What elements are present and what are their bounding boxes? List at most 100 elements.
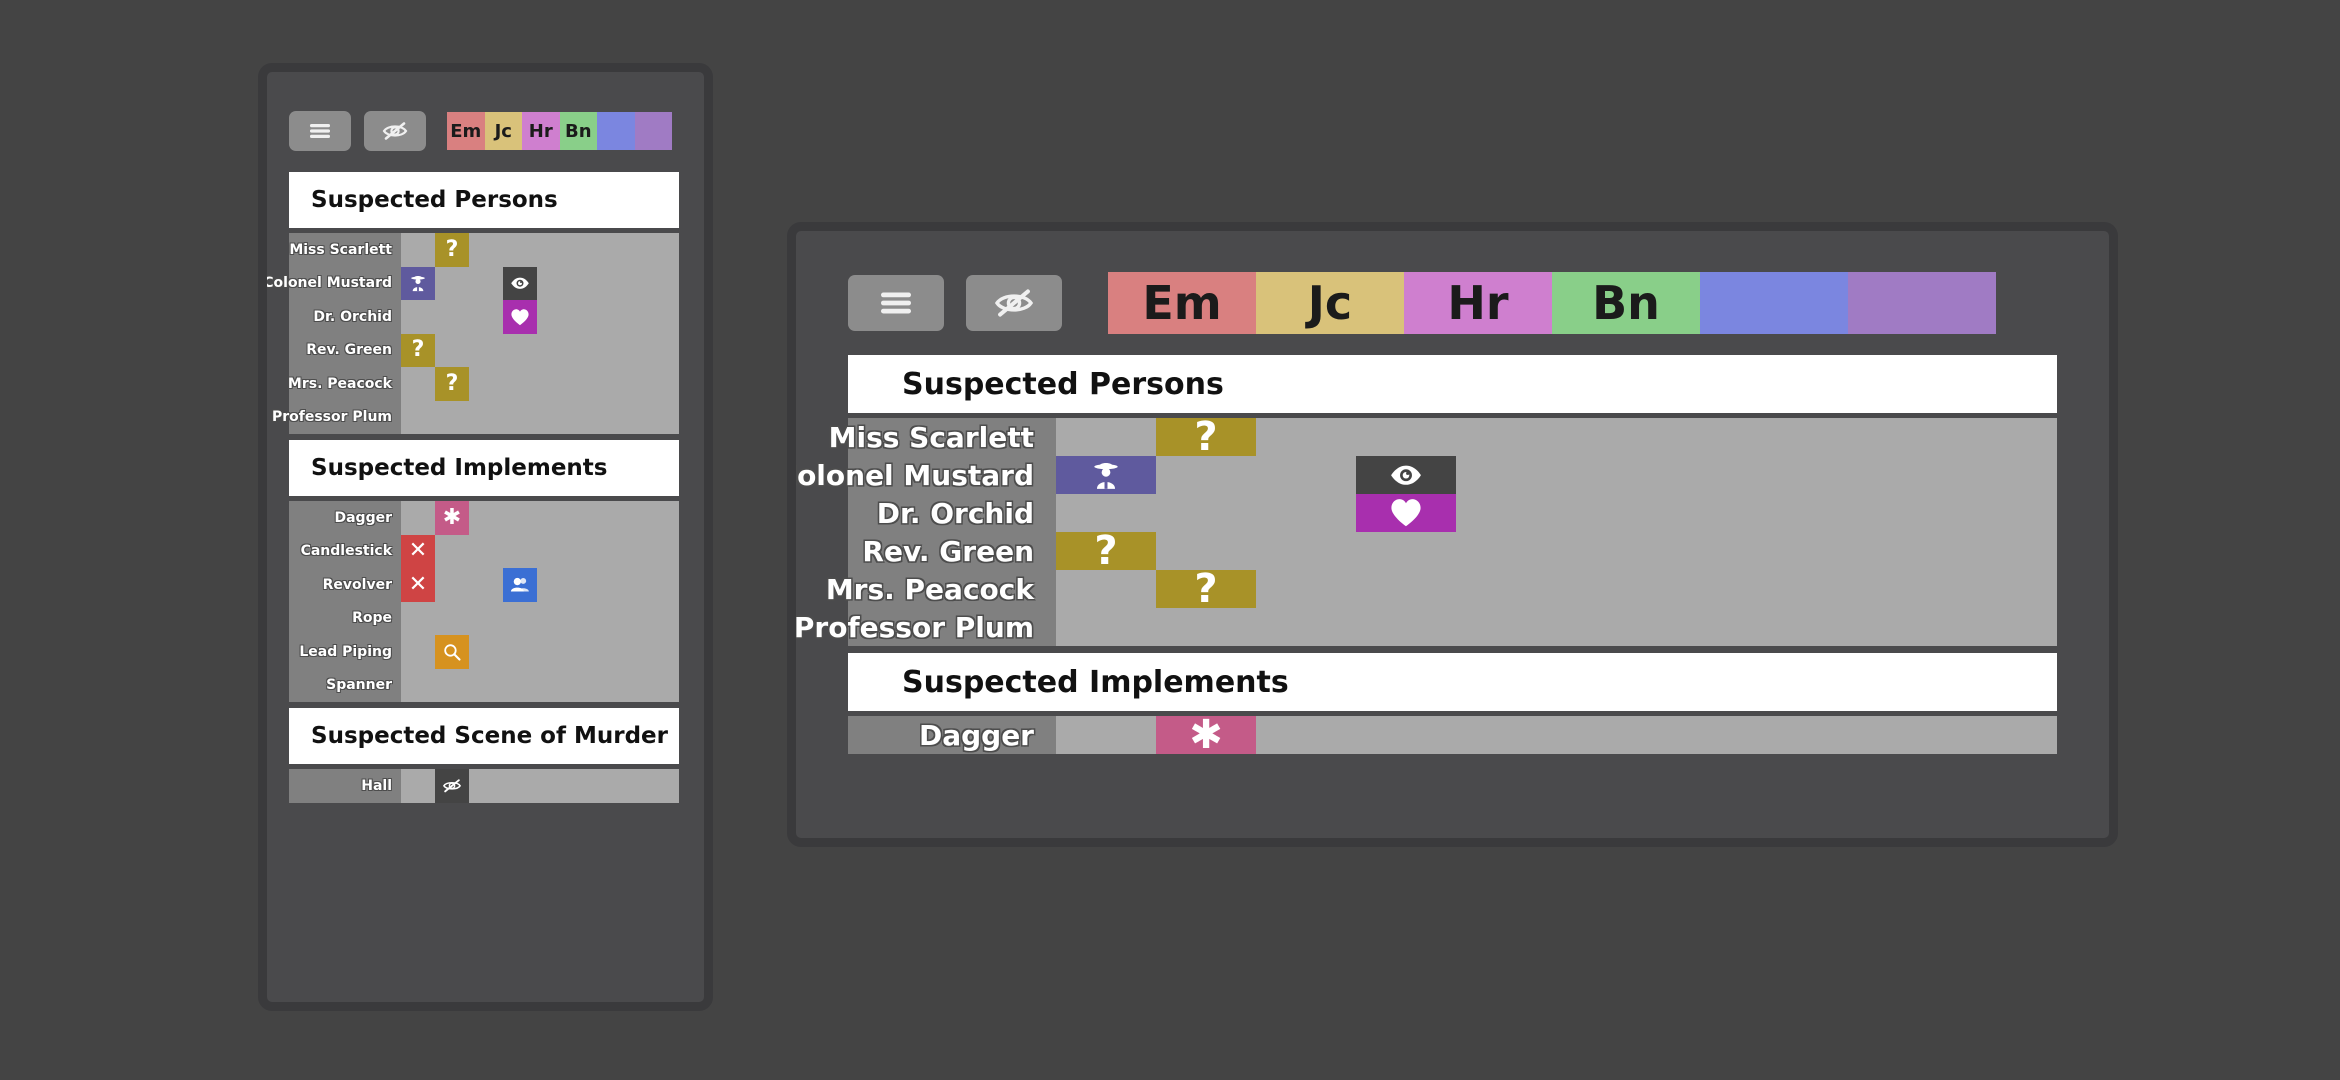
row-label: Spanner [326,677,392,694]
row-label: Dagger [334,509,392,526]
grid-cell-search[interactable] [435,635,469,669]
player-tabs-large: Em Jc Hr Bn [1108,272,1996,334]
grid-row[interactable]: Candlestick ✕ [289,534,679,568]
player-tab-jc[interactable]: Jc [1256,272,1404,334]
row-label: Lead Piping [299,643,392,660]
grid-row[interactable]: Spanner [289,669,679,703]
player-tab-hr[interactable]: Hr [1404,272,1552,334]
row-label: Miss Scarlett [828,420,1034,454]
player-tab-empty-5[interactable] [1848,272,1996,334]
grid-cell-detective[interactable] [1056,456,1156,494]
row-label: Miss Scarlett [289,241,392,258]
grid-row[interactable]: Dagger ✱ [289,501,679,535]
row-label: Dagger [918,718,1034,752]
grid-cell-heart[interactable] [503,300,537,334]
section-grid: Hall [289,769,679,803]
detective-notes-panel-large: Em Jc Hr Bn Suspected Persons Miss Scarlett?… [787,222,2118,847]
grid-cell-asterisk[interactable]: ✱ [435,501,469,535]
row-label: Hall [361,777,392,794]
player-tab-empty-4[interactable] [1700,272,1848,334]
hide-button[interactable] [966,275,1062,331]
player-tab-hr[interactable]: Hr [522,112,560,150]
app-root: Em Jc Hr Bn Suspected Persons Miss Scarlett?… [0,0,2340,1080]
grid-row[interactable]: Revolver ✕ [289,568,679,602]
section-header[interactable]: Suspected Persons [289,172,679,228]
heart-icon [1391,499,1421,527]
section: Suspected Scene of Murder Hall [267,708,704,803]
section-title: Suspected Persons [902,366,1224,402]
grid-row[interactable]: Dagger ✱ [848,712,2057,758]
cell-glyph: ✕ [408,538,428,564]
grid-cell-detective[interactable] [401,266,435,300]
row-label: Colonel Mustard [787,458,1034,492]
grid-row[interactable]: Dr. Orchid [289,300,679,334]
cell-glyph: ✱ [1189,712,1223,758]
eye-icon [1391,465,1421,485]
row-label: Revolver [322,576,392,593]
cell-glyph: ? [1194,566,1218,612]
grid-cell-people[interactable] [503,568,537,602]
section-grid: Dagger ✱ Candlestick ✕ Revolver ✕ Rope Lead Pi… [289,501,679,702]
section-header[interactable]: Suspected Implements [289,440,679,496]
grid-cell-heart[interactable] [1356,494,1456,532]
grid-cell-asterisk[interactable]: ✱ [1156,712,1256,758]
hide-button[interactable] [364,111,426,151]
player-tab-empty-4[interactable] [597,112,635,150]
grid-row[interactable]: Rev. Green? [289,333,679,367]
player-tab-em[interactable]: Em [447,112,485,150]
section-title: Suspected Persons [311,187,558,213]
grid-cell-question[interactable]: ? [435,367,469,401]
hamburger-icon [310,124,330,138]
grid-row[interactable]: Colonel Mustard [787,456,2057,494]
section: Suspected Persons Miss Scarlett? Colonel M… [796,355,2109,646]
grid-row[interactable]: Miss Scarlett? [289,233,679,267]
grid-cell-eye[interactable] [1356,456,1456,494]
section-title: Suspected Implements [311,455,608,481]
section-grid: Miss Scarlett? Colonel Mustard Dr. Orchid… [267,233,679,435]
row-label: Rev. Green [862,534,1034,568]
hamburger-icon [881,292,911,314]
grid-cell-question[interactable]: ? [1156,566,1256,612]
grid-cell-question[interactable]: ? [435,233,469,267]
grid-row[interactable]: Mrs. Peacock? [288,367,679,401]
eye-slash-icon [443,779,461,793]
section-header[interactable]: Suspected Implements [848,653,2057,711]
grid-row[interactable]: Colonel Mustard [267,266,679,300]
grid-cell-question[interactable]: ? [1156,414,1256,460]
section-header[interactable]: Suspected Persons [848,355,2057,413]
player-tab-bn[interactable]: Bn [1552,272,1700,334]
grid-cell-cross[interactable]: ✕ [401,568,435,602]
toolbar-large: Em Jc Hr Bn [796,263,2109,343]
section-title: Suspected Implements [902,664,1289,700]
grid-row[interactable]: Rope [289,602,679,636]
row-label: Rev. Green [306,342,392,359]
menu-button[interactable] [289,111,351,151]
eye-slash-icon [994,289,1034,317]
player-tab-jc[interactable]: Jc [484,112,522,150]
grid-row[interactable]: Dr. Orchid [848,494,2057,532]
grid-cell-question[interactable]: ? [401,333,435,367]
people-icon [510,578,529,592]
grid-row[interactable]: Lead Piping [289,635,679,669]
section-title: Suspected Scene of Murder [311,723,668,749]
row-label: Professor Plum [271,409,392,426]
menu-button[interactable] [848,275,944,331]
grid-cell-eye-slash[interactable] [435,769,469,803]
row-label: Mrs. Peacock [825,572,1034,606]
detective-icon [411,276,425,292]
grid-row[interactable]: Professor Plum [271,401,679,435]
grid-row[interactable]: Mrs. Peacock? [825,566,2057,612]
grid-cell-question[interactable]: ? [1056,531,1156,571]
player-tab-empty-5[interactable] [634,112,672,150]
player-tab-em[interactable]: Em [1108,272,1256,334]
grid-row[interactable]: Hall [289,769,679,803]
player-tab-bn[interactable]: Bn [559,112,597,150]
section-header[interactable]: Suspected Scene of Murder [289,708,679,764]
cell-glyph: ? [1194,414,1218,460]
row-label: Rope [352,610,392,627]
grid-cell-eye[interactable] [503,266,537,300]
grid-row[interactable]: Rev. Green? [848,531,2057,571]
grid-row[interactable]: Miss Scarlett? [828,414,2057,460]
grid-cell-cross[interactable]: ✕ [401,534,435,568]
grid-row[interactable]: Professor Plum [796,608,2057,646]
